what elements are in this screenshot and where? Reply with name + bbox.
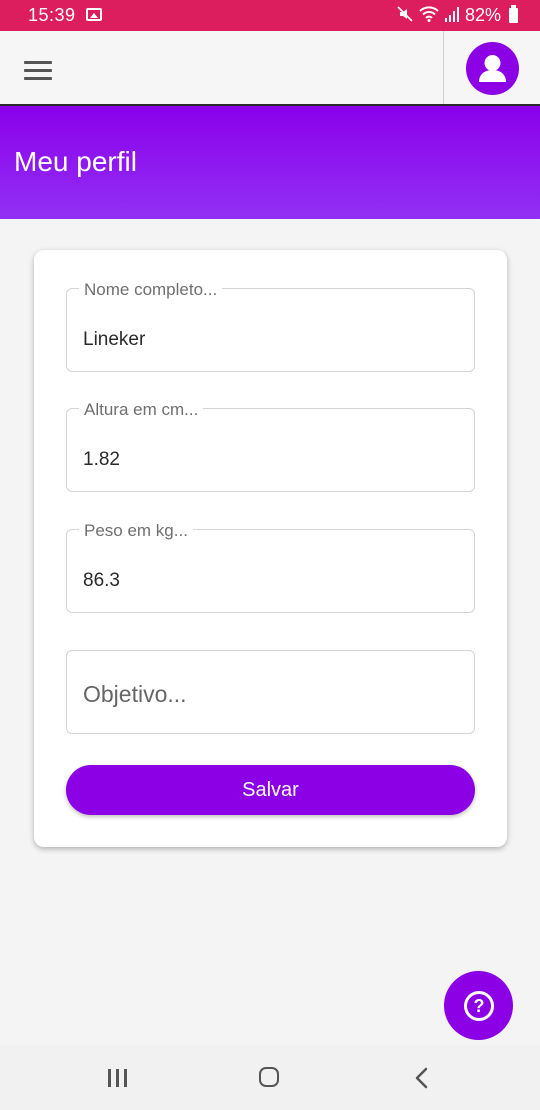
user-avatar-icon[interactable] [466,42,519,95]
battery-percent: 82% [464,5,501,25]
status-time: 15:39 [28,5,76,25]
goal-placeholder: Objetivo... [83,681,187,707]
name-label: Nome completo... [79,281,223,298]
save-button[interactable]: Salvar [66,765,475,815]
signal-icon [444,6,459,26]
menu-icon[interactable] [24,61,52,81]
profile-form-card: Nome completo... Lineker Altura em cm...… [34,250,507,847]
battery-icon [509,5,518,23]
mute-icon [397,5,413,26]
height-label: Altura em cm... [79,401,204,418]
name-field[interactable]: Nome completo... Lineker [66,281,475,372]
recents-icon[interactable] [108,1069,130,1087]
goal-field[interactable]: Objetivo... [66,650,475,734]
home-icon[interactable] [259,1067,279,1087]
name-value: Lineker [83,329,146,350]
height-value: 1.82 [83,449,120,470]
back-icon[interactable] [412,1067,432,1089]
system-nav-bar [0,1045,540,1110]
gallery-icon [86,8,102,21]
weight-field[interactable]: Peso em kg... 86.3 [66,522,475,613]
page-header: Meu perfil [0,106,540,219]
help-icon: ? [464,991,494,1021]
status-icons: 82% [397,5,518,26]
weight-label: Peso em kg... [79,522,193,539]
status-bar: 15:39 82% [0,0,540,31]
page-title: Meu perfil [14,146,137,177]
weight-value: 86.3 [83,570,120,591]
app-bar-divider [443,31,444,104]
app-bar [0,31,540,106]
wifi-icon [419,5,439,26]
help-button[interactable]: ? [444,971,513,1040]
height-field[interactable]: Altura em cm... 1.82 [66,401,475,492]
